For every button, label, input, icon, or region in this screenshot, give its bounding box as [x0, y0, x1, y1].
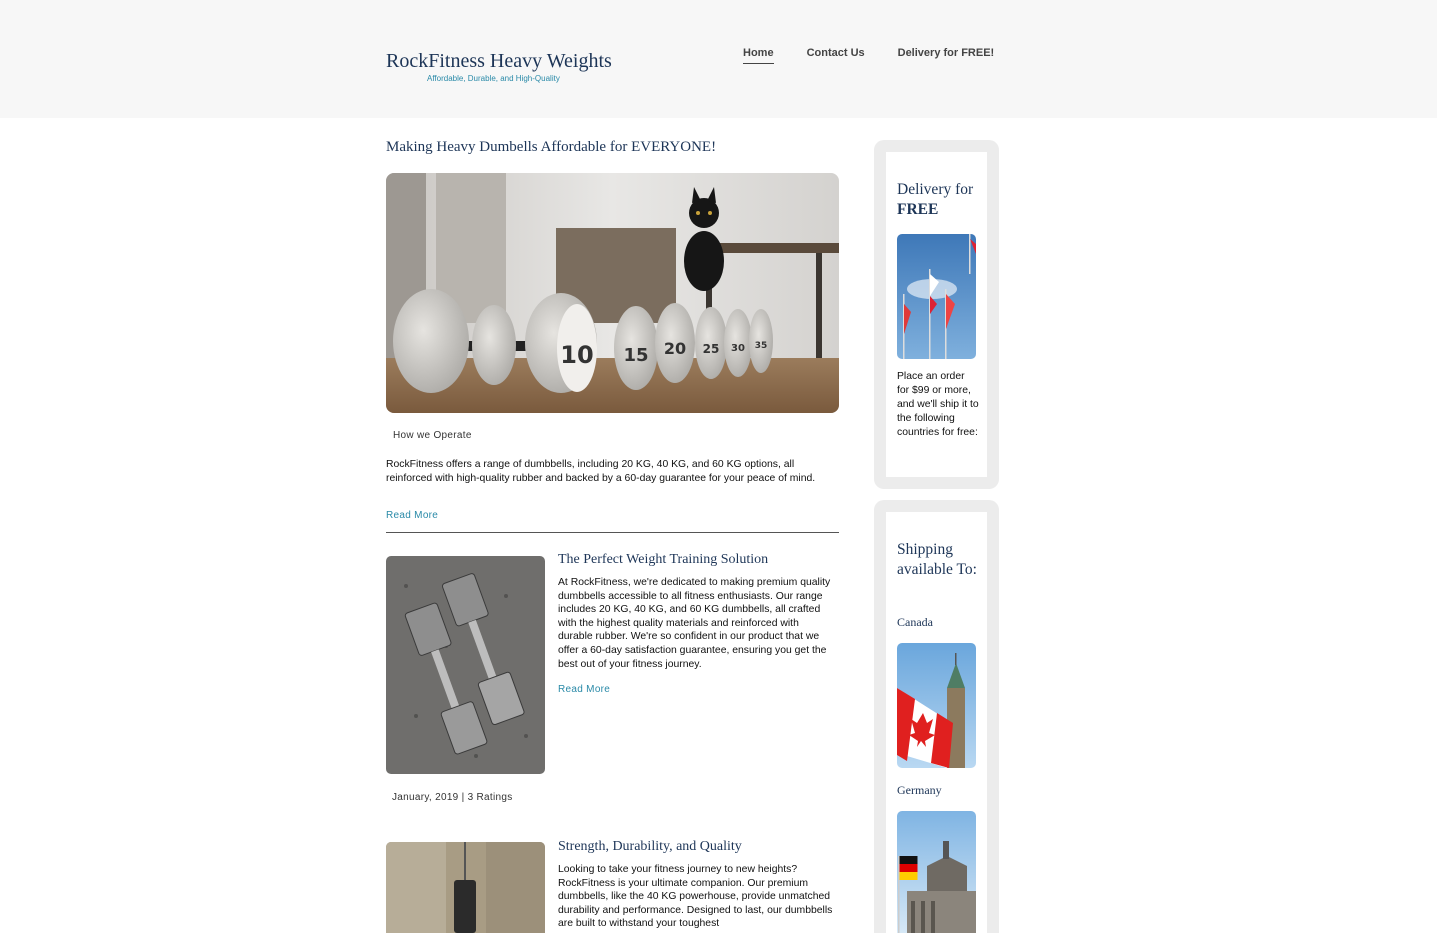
article-2-image — [386, 842, 545, 933]
canada-flag-image — [897, 643, 976, 768]
article-1-meta: January, 2019 | 3 Ratings — [392, 792, 513, 803]
nav-delivery[interactable]: Delivery for FREE! — [898, 47, 995, 64]
dumbbell-label: 25 — [703, 342, 720, 356]
country-germany-label: Germany — [897, 783, 942, 797]
hero-read-more-link[interactable]: Read More — [386, 510, 438, 521]
article-1-text: At RockFitness, we're dedicated to makin… — [558, 577, 831, 670]
nav-home[interactable]: Home — [743, 47, 774, 64]
delivery-flags-image — [897, 234, 976, 359]
brand-tagline: Affordable, Durable, and High-Quality — [427, 74, 560, 83]
dumbbell-label: 20 — [664, 339, 686, 358]
sidebar-delivery-text: Place an order for $99 or more, and we'l… — [897, 371, 979, 438]
germany-flag-image — [897, 811, 976, 933]
country-canada-label: Canada — [897, 615, 933, 629]
dumbbell-label: 30 — [731, 343, 745, 354]
dumbbell-label: 15 — [623, 345, 648, 366]
sidebar-shipping-box: Shipping available To: Canada Germany — [874, 500, 999, 933]
hero-image: 10 15 20 25 30 35 — [386, 173, 839, 413]
section-divider — [386, 532, 839, 533]
article-1-title: The Perfect Weight Training Solution — [558, 552, 769, 567]
sidebar-delivery-box: Delivery for FREE Place an order for $99… — [874, 140, 999, 489]
article-2-title: Strength, Durability, and Quality — [558, 839, 742, 854]
article-2-text: Looking to take your fitness journey to … — [558, 864, 833, 930]
brand-title[interactable]: RockFitness Heavy Weights — [386, 50, 612, 73]
dumbbell-label: 10 — [560, 341, 593, 369]
article-1-read-more-link[interactable]: Read More — [558, 684, 610, 695]
hero-text: RockFitness offers a range of dumbbells,… — [386, 459, 816, 484]
sidebar-shipping-heading: Shipping available To: — [897, 541, 977, 578]
article-1-image — [386, 556, 545, 774]
nav-contact-us[interactable]: Contact Us — [807, 47, 865, 64]
dumbbell-label: 35 — [755, 341, 768, 351]
hero-caption: How we Operate — [393, 430, 472, 441]
sidebar-delivery-heading: Delivery for FREE — [897, 181, 974, 218]
main-nav: Home Contact Us Delivery for FREE! — [743, 47, 1027, 64]
hero-title: Making Heavy Dumbells Affordable for EVE… — [386, 139, 717, 155]
site-header: RockFitness Heavy Weights Affordable, Du… — [0, 0, 1437, 118]
